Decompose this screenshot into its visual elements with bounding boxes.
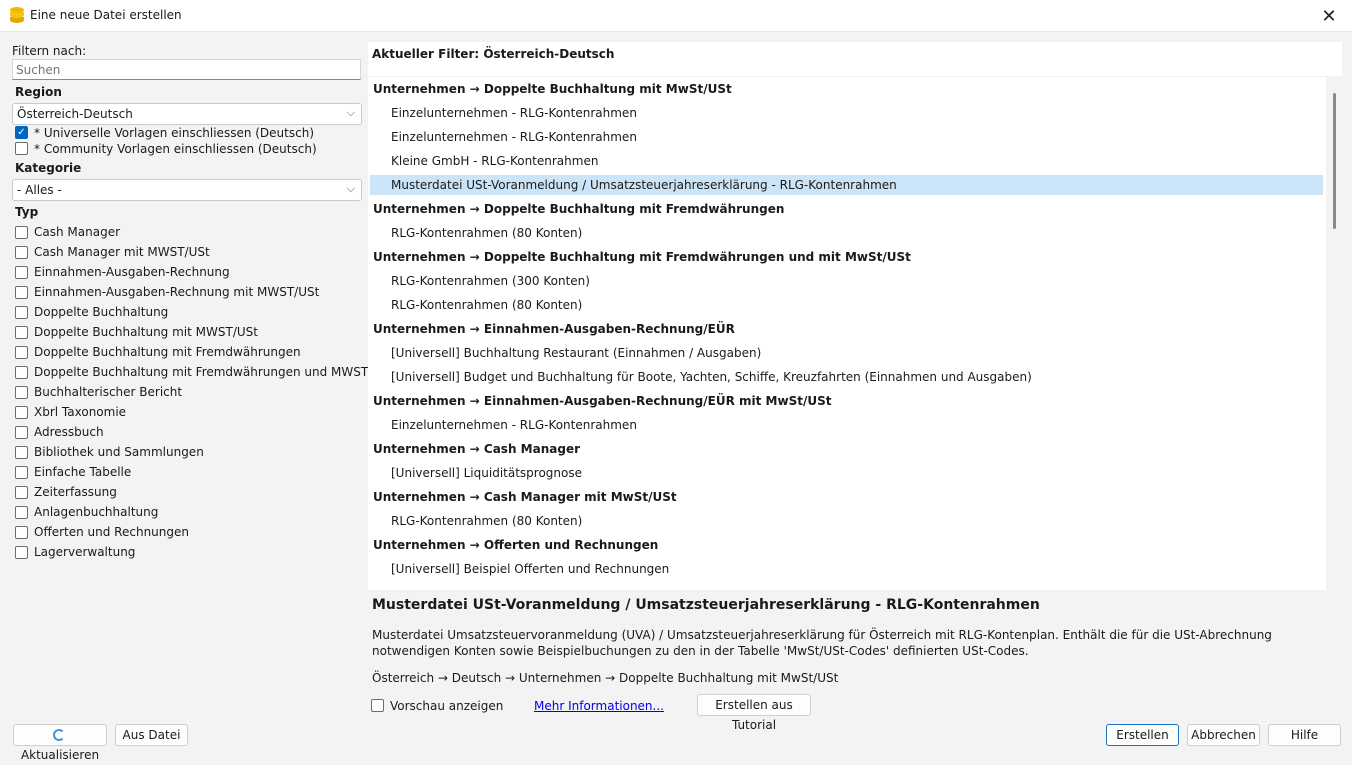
refresh-icon — [52, 729, 65, 741]
type-label-item: Buchhalterischer Bericht — [34, 385, 183, 399]
type-label-item: Bibliothek und Sammlungen — [34, 445, 204, 459]
type-checkbox[interactable] — [15, 266, 28, 279]
help-button[interactable]: Hilfe — [1268, 724, 1341, 746]
list-group-header: Unternehmen → Einnahmen-Ausgaben-Rechnun… — [373, 322, 735, 336]
type-checkbox[interactable] — [15, 366, 28, 379]
type-checkbox[interactable] — [15, 286, 28, 299]
list-item[interactable]: RLG-Kontenrahmen (80 Konten) — [370, 511, 1323, 531]
close-button[interactable]: ✕ — [1306, 0, 1352, 32]
list-item[interactable]: Einzelunternehmen - RLG-Kontenrahmen — [370, 103, 1323, 123]
list-item[interactable]: RLG-Kontenrahmen (300 Konten) — [370, 271, 1323, 291]
type-checkbox[interactable] — [15, 246, 28, 259]
category-select[interactable]: - Alles - ⌵ — [12, 179, 362, 201]
type-checkbox[interactable] — [15, 426, 28, 439]
list-group-header: Unternehmen → Cash Manager mit MwSt/USt — [373, 490, 677, 504]
details-description: Musterdatei Umsatzsteuervoranmeldung (UV… — [372, 628, 1272, 658]
type-checkbox[interactable] — [15, 486, 28, 499]
refresh-button[interactable]: Aktualisieren — [13, 724, 107, 762]
details-path: Österreich → Deutsch → Unternehmen → Dop… — [372, 671, 839, 685]
refresh-label: Aktualisieren — [20, 748, 100, 762]
type-checkbox[interactable] — [15, 406, 28, 419]
details-title: Musterdatei USt-Voranmeldung / Umsatzste… — [372, 597, 1040, 613]
create-button[interactable]: Erstellen — [1106, 724, 1179, 746]
type-label-item: Cash Manager mit MWST/USt — [34, 245, 210, 259]
chevron-down-icon: ⌵ — [346, 182, 355, 195]
type-label-item: Einfache Tabelle — [34, 465, 132, 479]
type-checkbox[interactable] — [15, 226, 28, 239]
category-value: - Alles - — [17, 183, 62, 197]
type-checkbox[interactable] — [15, 346, 28, 359]
app-logo-icon — [10, 7, 24, 23]
type-checkbox[interactable] — [15, 526, 28, 539]
search-input[interactable] — [12, 59, 361, 80]
current-filter-bar: Aktueller Filter: Österreich-Deutsch — [368, 42, 1342, 76]
list-item[interactable]: RLG-Kontenrahmen (80 Konten) — [370, 223, 1323, 243]
type-checkbox[interactable] — [15, 386, 28, 399]
list-item[interactable]: Kleine GmbH - RLG-Kontenrahmen — [370, 151, 1323, 171]
scrollbar[interactable] — [1328, 77, 1342, 590]
template-list: Unternehmen → Doppelte Buchhaltung mit M… — [368, 77, 1326, 590]
type-label-item: Doppelte Buchhaltung mit MWST/USt — [34, 325, 258, 339]
list-group-header: Unternehmen → Einnahmen-Ausgaben-Rechnun… — [373, 394, 832, 408]
list-item[interactable]: Musterdatei USt-Voranmeldung / Umsatzste… — [370, 175, 1323, 195]
list-item[interactable]: RLG-Kontenrahmen (80 Konten) — [370, 295, 1323, 315]
filter-label: Filtern nach: — [12, 44, 87, 58]
create-from-tutorial-button[interactable]: Erstellen aus Tutorial — [697, 694, 811, 732]
type-label-item: Cash Manager — [34, 225, 121, 239]
type-label-item: Doppelte Buchhaltung mit Fremdwährungen … — [34, 365, 394, 379]
type-label-item: Einnahmen-Ausgaben-Rechnung mit MWST/USt — [34, 285, 320, 299]
community-templates-checkbox[interactable] — [15, 142, 28, 155]
current-filter-text: Aktueller Filter: Österreich-Deutsch — [372, 47, 615, 61]
list-group-header: Unternehmen → Offerten und Rechnungen — [373, 538, 659, 552]
type-label-item: Adressbuch — [34, 425, 104, 439]
type-checkbox[interactable] — [15, 446, 28, 459]
list-group-header: Unternehmen → Doppelte Buchhaltung mit F… — [373, 202, 785, 216]
type-checkbox[interactable] — [15, 326, 28, 339]
from-file-button[interactable]: Aus Datei — [115, 724, 188, 746]
preview-label: Vorschau anzeigen — [390, 699, 504, 713]
list-group-header: Unternehmen → Cash Manager — [373, 442, 580, 456]
list-item[interactable]: Einzelunternehmen - RLG-Kontenrahmen — [370, 127, 1323, 147]
type-label-item: Doppelte Buchhaltung mit Fremdwährungen — [34, 345, 301, 359]
list-item[interactable]: [Universell] Budget und Buchhaltung für … — [370, 367, 1323, 387]
community-templates-label: * Community Vorlagen einschliessen (Deut… — [34, 142, 317, 156]
type-label-item: Lagerverwaltung — [34, 545, 136, 559]
scrollbar-thumb[interactable] — [1333, 93, 1336, 229]
list-item[interactable]: [Universell] Liquiditätsprognose — [370, 463, 1323, 483]
region-value: Österreich-Deutsch — [17, 107, 133, 121]
list-group-header: Unternehmen → Doppelte Buchhaltung mit M… — [373, 82, 732, 96]
type-label-item: Einnahmen-Ausgaben-Rechnung — [34, 265, 230, 279]
type-checkbox[interactable] — [15, 506, 28, 519]
universal-templates-checkbox[interactable]: ✓ — [15, 126, 28, 139]
type-checkbox[interactable] — [15, 466, 28, 479]
type-label-item: Xbrl Taxonomie — [34, 405, 127, 419]
type-checkbox[interactable] — [15, 546, 28, 559]
type-label: Typ — [15, 205, 39, 219]
title-bar: Eine neue Datei erstellen ✕ — [0, 0, 1352, 32]
type-label-item: Doppelte Buchhaltung — [34, 305, 169, 319]
cancel-button[interactable]: Abbrechen — [1187, 724, 1260, 746]
chevron-down-icon: ⌵ — [346, 106, 355, 119]
type-checkbox[interactable] — [15, 306, 28, 319]
close-icon: ✕ — [1321, 5, 1337, 27]
more-info-link[interactable]: Mehr Informationen... — [534, 699, 664, 713]
window-title: Eine neue Datei erstellen — [30, 8, 182, 22]
list-item[interactable]: [Universell] Buchhaltung Restaurant (Ein… — [370, 343, 1323, 363]
region-label: Region — [15, 85, 62, 99]
list-group-header: Unternehmen → Doppelte Buchhaltung mit F… — [373, 250, 911, 264]
universal-templates-label: * Universelle Vorlagen einschliessen (De… — [34, 126, 315, 140]
region-select[interactable]: Österreich-Deutsch ⌵ — [12, 103, 362, 125]
list-item[interactable]: Einzelunternehmen - RLG-Kontenrahmen — [370, 415, 1323, 435]
type-label-item: Offerten und Rechnungen — [34, 525, 189, 539]
list-item[interactable]: [Universell] Beispiel Offerten und Rechn… — [370, 559, 1323, 579]
category-label: Kategorie — [15, 161, 82, 175]
type-label-item: Anlagenbuchhaltung — [34, 505, 159, 519]
preview-checkbox[interactable] — [371, 699, 384, 712]
type-label-item: Zeiterfassung — [34, 485, 117, 499]
